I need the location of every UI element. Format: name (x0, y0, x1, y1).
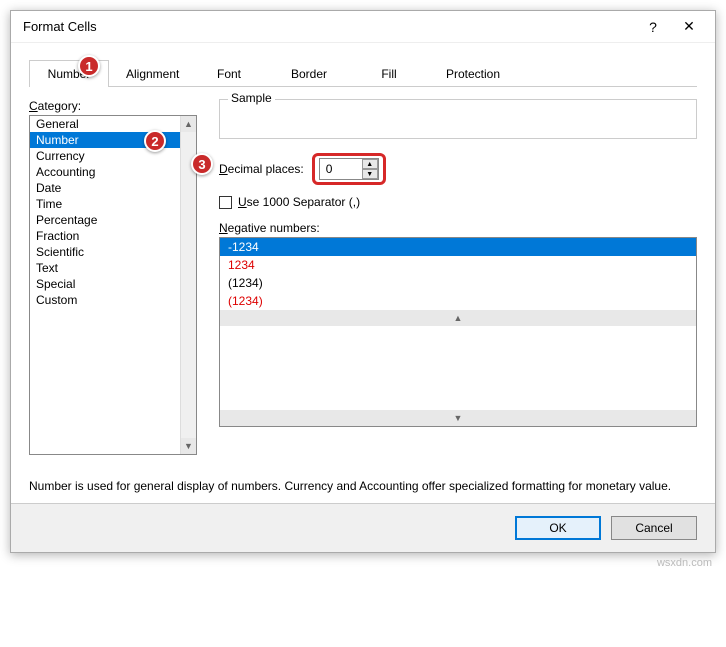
list-item[interactable]: General (30, 116, 196, 132)
thousands-separator-label: Use 1000 Separator (,) (238, 195, 360, 209)
tab-number[interactable]: Number 1 (29, 60, 109, 87)
list-item[interactable]: -1234 (220, 238, 696, 256)
list-item[interactable]: (1234) (220, 292, 696, 310)
spin-up-icon[interactable]: ▲ (362, 159, 378, 169)
tab-strip: Number 1 Alignment Font Border Fill Prot… (29, 59, 697, 87)
negative-numbers-listbox[interactable]: -1234 1234 (1234) (1234) ▲ ▼ (219, 237, 697, 427)
scroll-up-icon[interactable]: ▲ (220, 310, 696, 326)
sample-label: Sample (228, 91, 275, 105)
list-item[interactable]: 1234 (220, 256, 696, 274)
scroll-up-icon[interactable]: ▲ (181, 116, 196, 132)
tab-font[interactable]: Font (189, 60, 269, 87)
tab-alignment[interactable]: Alignment (109, 60, 189, 87)
window-title: Format Cells (23, 19, 635, 34)
thousands-separator-checkbox[interactable] (219, 196, 232, 209)
list-item[interactable]: Text (30, 260, 196, 276)
dialog-footer: OK Cancel (11, 503, 715, 552)
callout-3: 3 (191, 153, 213, 175)
close-button[interactable]: ✕ (671, 15, 707, 39)
decimal-highlight: ▲ ▼ (312, 153, 386, 185)
callout-1: 1 (78, 55, 100, 77)
scroll-down-icon[interactable]: ▼ (220, 410, 696, 426)
list-item[interactable]: Special (30, 276, 196, 292)
category-label: Category: (29, 99, 81, 113)
list-item[interactable]: Fraction (30, 228, 196, 244)
spin-down-icon[interactable]: ▼ (362, 169, 378, 179)
category-description: Number is used for general display of nu… (29, 477, 697, 495)
cancel-button[interactable]: Cancel (611, 516, 697, 540)
decimal-places-label: Decimal places: (219, 162, 304, 176)
sample-box: Sample (219, 99, 697, 139)
ok-button[interactable]: OK (515, 516, 601, 540)
list-item[interactable]: Accounting (30, 164, 196, 180)
category-listbox[interactable]: General Number 2 Currency Accounting Dat… (29, 115, 197, 455)
callout-2: 2 (144, 130, 166, 152)
list-item[interactable]: Number 2 (30, 132, 196, 148)
help-button[interactable]: ? (635, 15, 671, 39)
titlebar: Format Cells ? ✕ (11, 11, 715, 43)
scrollbar[interactable]: ▲ ▼ (220, 310, 696, 326)
watermark: wsxdn.com (10, 557, 716, 569)
list-item[interactable]: Percentage (30, 212, 196, 228)
tab-fill[interactable]: Fill (349, 60, 429, 87)
list-item[interactable]: Currency (30, 148, 196, 164)
list-item[interactable]: (1234) (220, 274, 696, 292)
list-item[interactable]: Scientific (30, 244, 196, 260)
negative-numbers-label: Negative numbers: (219, 221, 320, 235)
format-cells-dialog: Format Cells ? ✕ Number 1 Alignment Font… (10, 10, 716, 553)
tab-border[interactable]: Border (269, 60, 349, 87)
list-item[interactable]: Date (30, 180, 196, 196)
list-item[interactable]: Custom (30, 292, 196, 308)
list-item[interactable]: Time (30, 196, 196, 212)
scroll-down-icon[interactable]: ▼ (181, 438, 196, 454)
tab-protection[interactable]: Protection (429, 60, 509, 87)
